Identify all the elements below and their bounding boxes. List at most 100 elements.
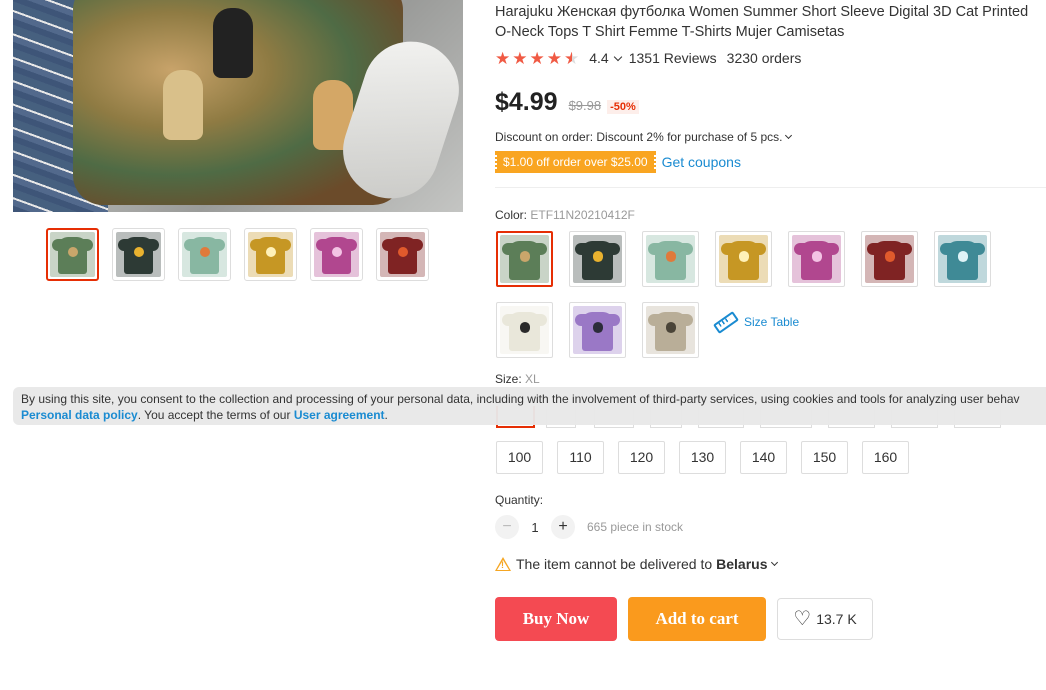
chevron-down-icon[interactable] [771, 558, 779, 567]
mint-cat-tee-icon [182, 232, 227, 277]
gallery-thumbnail[interactable] [376, 228, 429, 281]
green-cat-tee-icon [500, 235, 549, 283]
color-swatch[interactable] [569, 302, 626, 358]
coupon-badge[interactable]: $1.00 off order over $25.00 [493, 151, 658, 173]
size-option-130[interactable]: 130 [679, 441, 726, 474]
color-swatch[interactable] [642, 231, 699, 287]
gallery-thumbnail[interactable] [310, 228, 363, 281]
print-motif [398, 247, 408, 258]
green-cat-tee-icon [50, 232, 95, 277]
delivery-country[interactable]: Belarus [716, 556, 767, 572]
wishlist-count: 13.7 K [816, 611, 857, 627]
size-label: Size: XL [495, 372, 540, 386]
color-swatch-list [496, 231, 1016, 358]
color-label: Color: ETF11N20210412F [495, 208, 635, 222]
star-icon: ★ [546, 48, 562, 68]
cat-graphic [163, 70, 203, 140]
delivery-text: The item cannot be delivered to [516, 556, 713, 572]
product-title: Harajuku Женская футболка Women Summer S… [495, 4, 1029, 40]
teal-cat-tee-icon [938, 235, 987, 283]
color-swatch[interactable] [715, 231, 772, 287]
delivery-notice: The item cannot be delivered to Belarus [495, 556, 779, 572]
mint-cat-tee-icon [646, 235, 695, 283]
size-option-110[interactable]: 110 [557, 441, 604, 474]
print-motif [665, 251, 677, 262]
print-motif [592, 251, 604, 262]
print-motif [200, 247, 210, 258]
color-swatch[interactable] [861, 231, 918, 287]
wishlist-button[interactable]: ♡ 13.7 K [777, 598, 873, 640]
star-icon: ★ [512, 48, 528, 68]
moon-cat-tee-icon [573, 235, 622, 283]
quantity-value[interactable]: 1 [519, 520, 551, 535]
pink-cat-tee-icon [314, 232, 359, 277]
cookie-text-2: . You accept the terms of our [137, 408, 294, 422]
warning-icon [495, 557, 511, 571]
divider [495, 187, 1046, 188]
quantity-stepper: − 1 + 665 piece in stock [495, 515, 683, 539]
size-option-120[interactable]: 120 [618, 441, 665, 474]
user-agreement-link[interactable]: User agreement [294, 408, 385, 422]
print-motif [665, 322, 677, 333]
white-cat-tee-icon [500, 306, 549, 354]
size-option-list: 100 110 120 130 140 150 160 [496, 441, 909, 474]
gallery-thumbnail[interactable] [46, 228, 99, 281]
quantity-label: Quantity: [495, 493, 544, 507]
size-option-140[interactable]: 140 [740, 441, 787, 474]
price-row: $4.99 $9.98 -50% [495, 88, 639, 117]
order-discount[interactable]: Discount on order: Discount 2% for purch… [495, 130, 793, 144]
buy-now-button[interactable]: Buy Now [495, 597, 617, 641]
thumbnail-list [46, 228, 429, 281]
cat-graphic [213, 8, 253, 78]
rating-row: ★ ★ ★ ★ ★ 4.4 1351 Reviews 3230 orders [495, 48, 801, 68]
coupon-row: $1.00 off order over $25.00 Get coupons [493, 151, 741, 173]
purple-cat-tee-icon [573, 306, 622, 354]
main-product-image[interactable] [13, 0, 463, 212]
purchase-actions: Buy Now Add to cart ♡ 13.7 K [495, 597, 873, 641]
orders-count: 3230 orders [726, 50, 802, 66]
pink-cat-tee-icon [792, 235, 841, 283]
beige-cat-tee-icon [646, 306, 695, 354]
order-discount-text: Discount on order: Discount 2% for purch… [495, 130, 783, 144]
color-swatch[interactable] [788, 231, 845, 287]
stock-count: 665 piece in stock [587, 520, 684, 534]
red-cat-tee-icon [380, 232, 425, 277]
color-swatch[interactable] [934, 231, 991, 287]
chevron-down-icon[interactable] [613, 52, 622, 61]
get-coupons-link[interactable]: Get coupons [662, 154, 741, 170]
rating-value[interactable]: 4.4 [589, 50, 608, 66]
print-motif [266, 247, 276, 258]
discount-badge: -50% [607, 100, 639, 114]
color-label-text: Color: [495, 208, 528, 222]
star-icon: ★ [529, 48, 545, 68]
size-option-150[interactable]: 150 [801, 441, 848, 474]
color-swatch[interactable] [496, 231, 553, 287]
print-motif [519, 251, 531, 262]
add-to-cart-button[interactable]: Add to cart [628, 597, 766, 641]
decrease-quantity-button[interactable]: − [495, 515, 519, 539]
selected-size-value: XL [525, 372, 540, 386]
gallery-thumbnail[interactable] [112, 228, 165, 281]
gallery-thumbnail[interactable] [178, 228, 231, 281]
increase-quantity-button[interactable]: + [551, 515, 575, 539]
cookie-consent-banner: By using this site, you consent to the c… [13, 387, 1046, 425]
print-motif [332, 247, 342, 258]
yellow-cat-tee-icon [719, 235, 768, 283]
print-motif [738, 251, 750, 262]
color-swatch[interactable] [496, 302, 553, 358]
size-table-link[interactable]: Size Table [713, 310, 799, 334]
current-price: $4.99 [495, 88, 558, 116]
size-option-100[interactable]: 100 [496, 441, 543, 474]
print-motif [134, 247, 144, 258]
original-price: $9.98 [568, 98, 602, 113]
color-swatch[interactable] [569, 231, 626, 287]
heart-icon: ♡ [793, 608, 812, 630]
print-motif [957, 251, 969, 262]
chevron-down-icon [785, 131, 793, 140]
color-swatch[interactable] [642, 302, 699, 358]
reviews-link[interactable]: 1351 Reviews [629, 50, 717, 66]
personal-data-policy-link[interactable]: Personal data policy [21, 408, 138, 422]
gallery-thumbnail[interactable] [244, 228, 297, 281]
cookie-text: By using this site, you consent to the c… [21, 392, 1020, 406]
size-option-160[interactable]: 160 [862, 441, 909, 474]
